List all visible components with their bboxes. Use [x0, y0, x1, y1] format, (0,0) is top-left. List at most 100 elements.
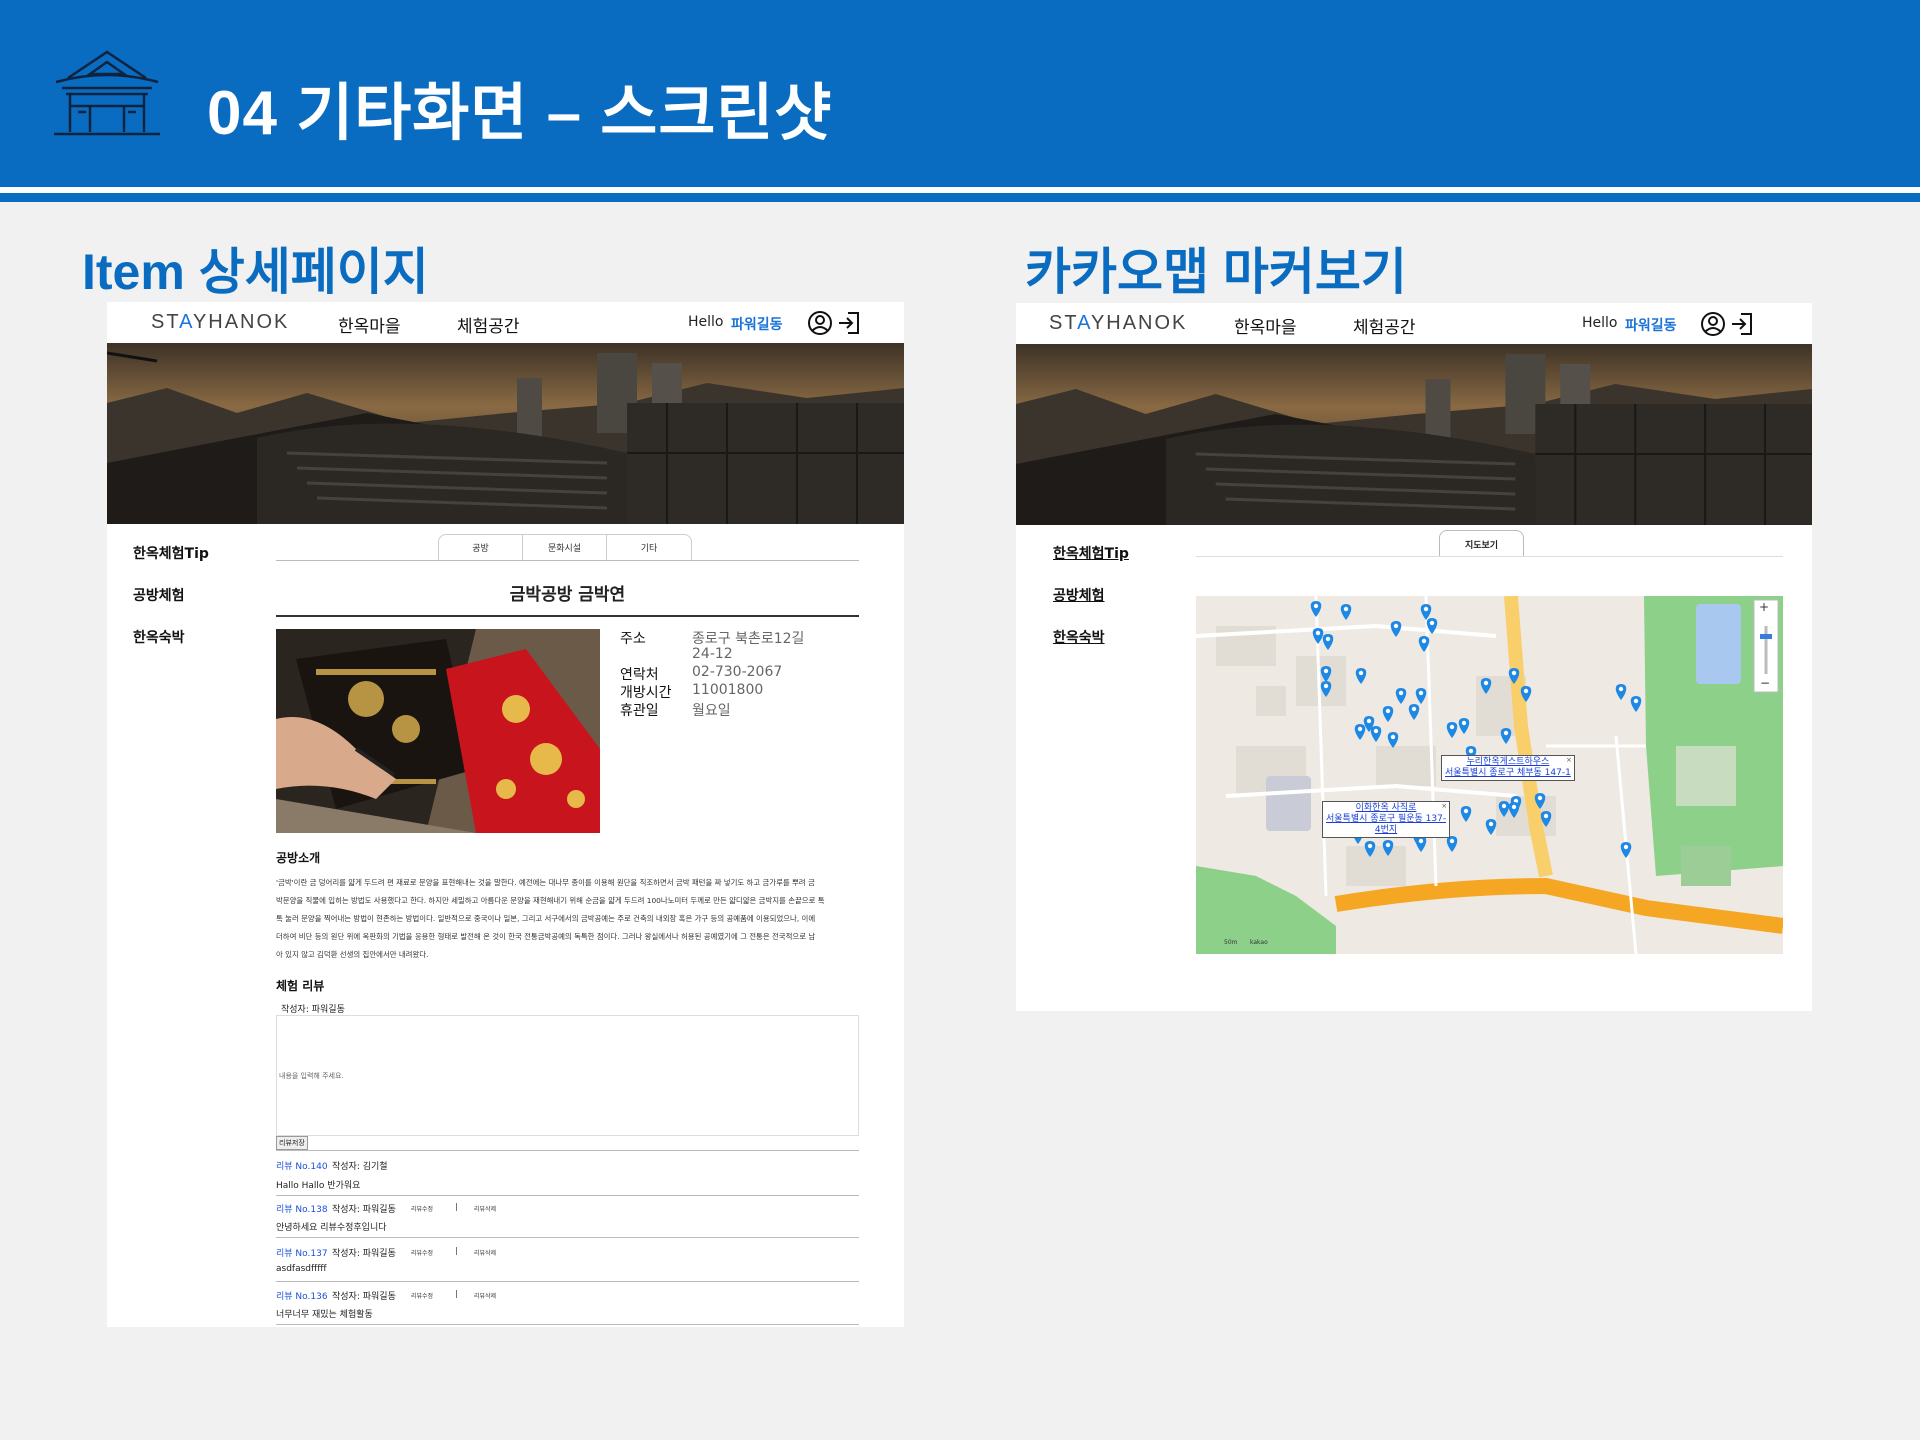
- tab-etc[interactable]: 기타: [607, 535, 691, 560]
- intro-line: '금박'이란 금 덩어리를 얇게 두드려 편 재료로 문양을 표현해내는 것을 …: [276, 878, 815, 887]
- map-marker-dot: [1421, 638, 1427, 644]
- review-delete-button[interactable]: 리뷰삭제: [474, 1204, 496, 1213]
- map-marker-dot: [1373, 728, 1379, 734]
- map-marker-dot: [1623, 844, 1629, 850]
- tab-workshop[interactable]: 공방: [439, 535, 523, 560]
- review-edit-button[interactable]: 리뷰수정: [411, 1248, 433, 1257]
- map-marker-dot: [1418, 690, 1424, 696]
- slide-header: 04 기타화면 – 스크린샷: [0, 0, 1920, 187]
- popup-address[interactable]: 서울특별시 종로구 체부동 147-1: [1445, 768, 1571, 779]
- user-profile-icon[interactable]: [1699, 310, 1727, 338]
- map-marker-dot: [1393, 623, 1399, 629]
- logout-icon[interactable]: [1729, 310, 1757, 338]
- review-delete-button[interactable]: 리뷰삭제: [474, 1291, 496, 1300]
- review-edit-button[interactable]: 리뷰수정: [411, 1291, 433, 1300]
- review-edit-button[interactable]: 리뷰수정: [411, 1204, 433, 1213]
- kakao-logo: kakao: [1250, 939, 1268, 946]
- left-section-title: Item 상세페이지: [82, 244, 429, 300]
- hero-banner-image: [1016, 344, 1812, 525]
- map-marker-dot: [1323, 668, 1329, 674]
- info-value-address: 종로구 북촌로12길: [692, 631, 805, 647]
- review-text: asdfasdfffff: [276, 1264, 327, 1274]
- map-marker-dot: [1488, 821, 1494, 827]
- action-separator: |: [455, 1289, 458, 1298]
- nav-link-experience-space[interactable]: 체험공간: [457, 312, 520, 337]
- tab-map-view[interactable]: 지도보기: [1439, 530, 1524, 556]
- map-marker-dot: [1315, 630, 1321, 636]
- review-text: 안녕하세요 리뷰수정후입니다: [276, 1223, 387, 1233]
- nav-link-hanok-village[interactable]: 한옥마을: [1234, 313, 1297, 338]
- map-marker-dot: [1411, 706, 1417, 712]
- action-separator: |: [455, 1246, 458, 1255]
- zoom-in-button[interactable]: +: [1759, 600, 1769, 614]
- review-number[interactable]: 리뷰 No.137: [276, 1246, 328, 1259]
- map-marker-dot: [1313, 603, 1319, 609]
- popup-address[interactable]: 서울특별시 종로구 필운동 137-: [1326, 814, 1446, 825]
- review-number[interactable]: 리뷰 No.138: [276, 1202, 328, 1215]
- intro-line: 더하여 비단 등의 원단 위에 옥판화의 기법을 응용한 형태로 발전해 온 것…: [276, 932, 816, 941]
- map-marker-dot: [1449, 724, 1455, 730]
- nav-link-hanok-village[interactable]: 한옥마을: [338, 312, 401, 337]
- map-marker-dot: [1429, 620, 1435, 626]
- nav-username[interactable]: 파워길동: [1625, 315, 1677, 335]
- popup-address-cont[interactable]: 4번지: [1326, 825, 1446, 836]
- category-tabs: 공방 문화시설 기타: [438, 534, 692, 560]
- title-divider: [276, 615, 859, 617]
- review-divider: [276, 1324, 859, 1325]
- map-marker-dot: [1633, 698, 1639, 704]
- info-value-hours: 11001800: [692, 682, 764, 698]
- info-value-address-2: 24-12: [692, 646, 733, 662]
- item-photo: [276, 629, 600, 833]
- review-author: 작성자: 파워길동: [332, 1249, 396, 1259]
- review-save-button[interactable]: 리뷰저장: [276, 1136, 308, 1150]
- review-text: Hallo Hallo 반가워요: [276, 1181, 361, 1191]
- hanok-roof-icon: [54, 50, 160, 136]
- brand-logo[interactable]: STAYHANOK: [1049, 312, 1187, 335]
- popup-title[interactable]: 이화한옥 사직로: [1326, 803, 1446, 814]
- tab-divider: [1196, 556, 1783, 557]
- review-number[interactable]: 리뷰 No.140: [276, 1159, 328, 1172]
- sidebar-item-hanok-stay[interactable]: 한옥숙박: [133, 627, 185, 647]
- info-label-hours: 개방시간: [620, 685, 672, 701]
- zoom-out-button[interactable]: −: [1760, 676, 1770, 690]
- top-nav: STAYHANOK 한옥마을 체험공간 Hello 파워길동: [1016, 303, 1812, 344]
- close-icon[interactable]: ×: [1566, 755, 1572, 766]
- review-author: 작성자: 김기철: [332, 1162, 388, 1172]
- review-divider: [276, 1150, 859, 1151]
- sidebar-item-hanok-tip[interactable]: 한옥체험Tip: [1053, 543, 1129, 563]
- map-scale: 50m: [1224, 939, 1238, 946]
- review-delete-button[interactable]: 리뷰삭제: [474, 1248, 496, 1257]
- slide-title: 04 기타화면 – 스크린샷: [207, 79, 833, 148]
- nav-link-experience-space[interactable]: 체험공간: [1353, 313, 1416, 338]
- sidebar-item-workshop[interactable]: 공방체험: [1053, 585, 1105, 605]
- review-textarea[interactable]: 내용을 입력해 주세요.: [276, 1015, 859, 1136]
- tab-cultural-facility[interactable]: 문화시설: [523, 535, 607, 560]
- sidebar-item-workshop[interactable]: 공방체험: [133, 585, 185, 605]
- nav-username[interactable]: 파워길동: [731, 314, 783, 334]
- map-marker-dot: [1423, 606, 1429, 612]
- nav-hello: Hello: [688, 314, 724, 330]
- review-author-prompt: 작성자: 파워길동: [281, 1005, 345, 1015]
- map-marker-dot: [1501, 803, 1507, 809]
- kakao-map[interactable]: + − 50m kakao × 누리한옥게스트하우스 서울특별시 종로구 체부동…: [1196, 596, 1783, 954]
- close-icon[interactable]: ×: [1441, 801, 1447, 812]
- marker-info-popup[interactable]: × 이화한옥 사직로 서울특별시 종로구 필운동 137- 4번지: [1322, 801, 1451, 838]
- map-marker-dot: [1357, 726, 1363, 732]
- map-marker-dot: [1483, 680, 1489, 686]
- map-marker-dot: [1418, 838, 1424, 844]
- map-marker-dot: [1449, 838, 1455, 844]
- map-marker-dot: [1367, 843, 1373, 849]
- map-marker-dot: [1390, 734, 1396, 740]
- sidebar-item-hanok-tip[interactable]: 한옥체험Tip: [133, 543, 209, 563]
- marker-info-popup[interactable]: × 누리한옥게스트하우스 서울특별시 종로구 체부동 147-1: [1441, 755, 1575, 781]
- popup-title[interactable]: 누리한옥게스트하우스: [1445, 757, 1571, 768]
- sidebar-item-hanok-stay[interactable]: 한옥숙박: [1053, 627, 1105, 647]
- info-label-address: 주소: [620, 631, 646, 647]
- kakao-map-screenshot: STAYHANOK 한옥마을 체험공간 Hello 파워길동 한옥체험Tip 공…: [1016, 303, 1812, 1011]
- review-divider: [276, 1195, 859, 1196]
- review-number[interactable]: 리뷰 No.136: [276, 1289, 328, 1302]
- user-profile-icon[interactable]: [806, 309, 834, 337]
- map-marker-dot: [1323, 683, 1329, 689]
- logout-icon[interactable]: [836, 309, 864, 337]
- brand-logo[interactable]: STAYHANOK: [151, 311, 289, 334]
